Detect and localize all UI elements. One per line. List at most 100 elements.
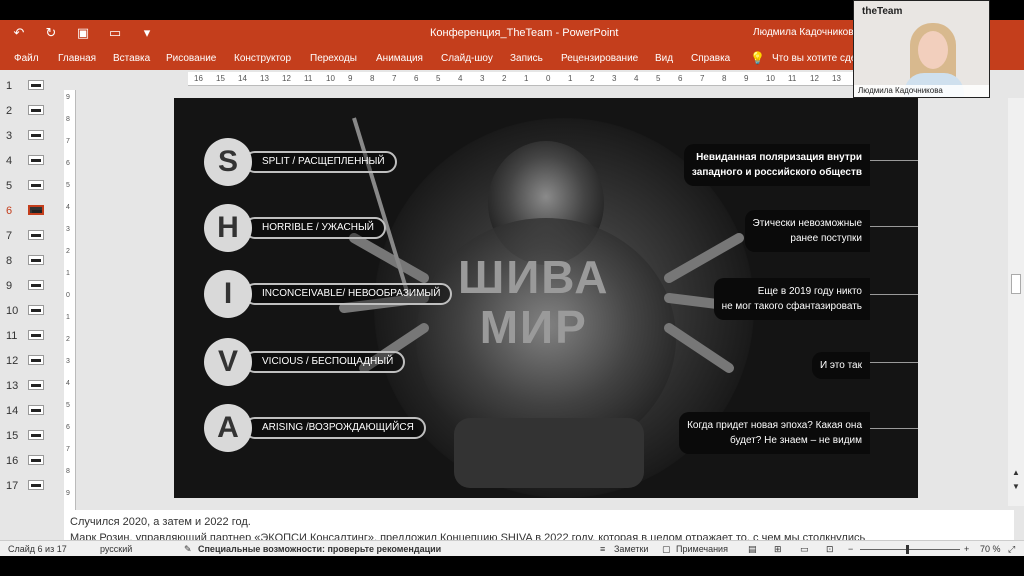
comments-icon[interactable]: ▢	[662, 544, 671, 555]
slide-number: 12	[6, 355, 19, 367]
shiva-label-a: ARISING /ВОЗРОЖДАЮЩИЙСЯ	[244, 417, 426, 439]
language-indicator[interactable]: русский	[100, 544, 132, 554]
normal-view-icon[interactable]: ▤	[748, 544, 757, 555]
slide-preview[interactable]	[28, 130, 44, 140]
ruler-tick: 1	[524, 74, 529, 83]
tab-review[interactable]: Рецензирование	[561, 53, 638, 64]
slide-number: 16	[6, 455, 19, 467]
ruler-tick: 5	[66, 182, 70, 189]
slide-thumbnail[interactable]: 8	[0, 251, 58, 273]
slide-thumbnail[interactable]: 13	[0, 376, 58, 398]
slide-preview[interactable]	[28, 80, 44, 90]
fit-slide-icon[interactable]: ⤢	[1008, 544, 1015, 555]
comments-button[interactable]: Примечания	[676, 544, 728, 554]
slide-preview[interactable]	[28, 105, 44, 115]
notes-button[interactable]: Заметки	[614, 544, 648, 554]
slide-preview[interactable]	[28, 305, 44, 315]
slide-thumbnail[interactable]: 11	[0, 326, 58, 348]
note-connector-line	[870, 294, 918, 295]
slide-preview[interactable]	[28, 480, 44, 490]
slide-thumbnail[interactable]: 2	[0, 101, 58, 123]
ruler-tick: 14	[238, 74, 247, 83]
slide-preview[interactable]	[28, 330, 44, 340]
note-text-line: Когда придет новая эпоха? Какая она	[687, 420, 862, 431]
slide-thumbnail[interactable]: 15	[0, 426, 58, 448]
slide-preview[interactable]	[28, 380, 44, 390]
tab-design[interactable]: Конструктор	[234, 53, 291, 64]
powerpoint-window: ↶ ↻ ▣ ▭ ▾ Конференция_TheTeam - PowerPoi…	[0, 20, 1024, 556]
note-connector-line	[870, 160, 918, 161]
scroll-up-icon[interactable]: ▲	[1010, 468, 1022, 478]
slide-canvas[interactable]: ШИВА МИР SPLIT / РАСЩЕПЛЕННЫЙ S HORRIBLE…	[174, 98, 918, 498]
slide-preview[interactable]	[28, 355, 44, 365]
notes-line-1: Случился 2020, а затем и 2022 год.	[70, 516, 251, 528]
slide-thumbnail[interactable]: 6	[0, 201, 58, 223]
slide-preview[interactable]	[28, 455, 44, 465]
save-icon[interactable]: ▣	[74, 25, 92, 41]
slide-preview[interactable]	[28, 180, 44, 190]
customize-toolbar-icon[interactable]: ▾	[138, 25, 156, 41]
tab-slideshow[interactable]: Слайд-шоу	[441, 53, 493, 64]
slide-preview[interactable]	[28, 405, 44, 415]
webcam-tile[interactable]: theTeam Людмила Кадочникова	[853, 0, 990, 98]
slide-preview[interactable]	[28, 155, 44, 165]
zoom-slider-knob[interactable]	[906, 545, 909, 554]
tab-insert[interactable]: Вставка	[113, 53, 150, 64]
reading-view-icon[interactable]: ▭	[800, 544, 809, 555]
slide-preview[interactable]	[28, 255, 44, 265]
zoom-level[interactable]: 70 %	[980, 544, 1001, 554]
accessibility-status[interactable]: Специальные возможности: проверьте реком…	[198, 544, 441, 554]
note-connector-line	[870, 226, 918, 227]
slide-thumbnail[interactable]: 4	[0, 151, 58, 173]
tab-transitions[interactable]: Переходы	[310, 53, 357, 64]
slide-preview[interactable]	[28, 280, 44, 290]
slide-sorter-icon[interactable]: ⊞	[774, 544, 782, 555]
zoom-slider[interactable]	[860, 549, 960, 550]
accessibility-icon[interactable]: ✎	[184, 544, 192, 555]
scrollbar-thumb[interactable]	[1011, 274, 1021, 294]
account-user-name[interactable]: Людмила Кадочникова	[753, 27, 859, 38]
ruler-tick: 13	[832, 74, 841, 83]
ruler-tick: 7	[392, 74, 397, 83]
undo-icon[interactable]: ↶	[10, 25, 28, 41]
slide-thumbnail[interactable]: 12	[0, 351, 58, 373]
note-text-line: Этически невозможные	[752, 218, 862, 229]
note-text-line: западного и российского обществ	[691, 167, 862, 178]
slide-thumbnail[interactable]: 7	[0, 226, 58, 248]
ruler-tick: 6	[414, 74, 419, 83]
note-text-line: Еще в 2019 году никто	[757, 286, 862, 297]
slide-thumbnail[interactable]: 9	[0, 276, 58, 298]
tab-draw[interactable]: Рисование	[166, 53, 216, 64]
slide-thumbnail[interactable]: 1	[0, 76, 58, 98]
lightbulb-icon[interactable]: 💡	[750, 51, 765, 65]
tab-record[interactable]: Запись	[510, 53, 543, 64]
notes-icon[interactable]: ≡	[600, 544, 605, 554]
shiva-letter-v: V	[204, 338, 252, 386]
slide-thumbnail[interactable]: 3	[0, 126, 58, 148]
slideshow-view-icon[interactable]: ⊡	[826, 544, 834, 555]
zoom-in-icon[interactable]: +	[964, 544, 969, 554]
slide-number: 1	[6, 80, 13, 92]
slide-thumbnail[interactable]: 16	[0, 451, 58, 473]
tab-file[interactable]: Файл	[14, 53, 39, 64]
slide-preview[interactable]	[28, 430, 44, 440]
tell-me-search[interactable]: Что вы хотите сде	[772, 53, 856, 64]
shiva-item-v: VICIOUS / БЕСПОЩАДНЫЙ V	[204, 338, 414, 386]
tab-view[interactable]: Вид	[655, 53, 673, 64]
slide-thumbnail[interactable]: 14	[0, 401, 58, 423]
slide-preview[interactable]	[28, 205, 44, 215]
slide-thumbnail[interactable]: 10	[0, 301, 58, 323]
slide-thumbnail[interactable]: 17	[0, 476, 58, 498]
slide-thumbnail[interactable]: 5	[0, 176, 58, 198]
start-from-beginning-icon[interactable]: ▭	[106, 25, 124, 41]
slide-preview[interactable]	[28, 230, 44, 240]
zoom-out-icon[interactable]: −	[848, 544, 853, 554]
tab-animations[interactable]: Анимация	[376, 53, 423, 64]
tab-home[interactable]: Главная	[58, 53, 96, 64]
redo-icon[interactable]: ↻	[42, 25, 60, 41]
scroll-down-icon[interactable]: ▼	[1010, 482, 1022, 492]
tab-help[interactable]: Справка	[691, 53, 730, 64]
note-connector-line	[870, 362, 918, 363]
ruler-tick: 5	[436, 74, 441, 83]
slide-vertical-scrollbar[interactable]: ▲ ▼	[1008, 98, 1024, 506]
